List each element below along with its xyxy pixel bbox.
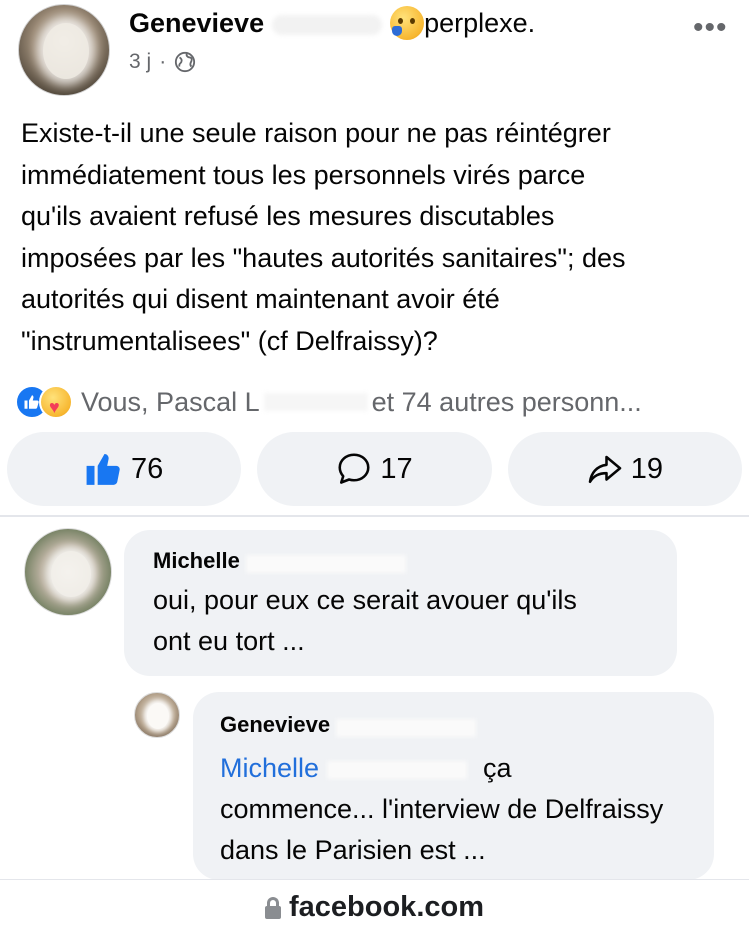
reactions-summary[interactable]: Vous, Pascal L et 74 autres personn... [15, 383, 735, 421]
redacted-name [263, 393, 368, 411]
like-button[interactable]: 76 [7, 432, 242, 506]
share-arrow-icon [588, 455, 621, 484]
comment-bubble-icon [338, 453, 370, 484]
reaction-icons [15, 385, 73, 419]
commenter-avatar[interactable] [24, 528, 112, 616]
reply-text-rest: commence... l'interview de Delfraissy da… [220, 794, 664, 865]
reply-text-start: ça [483, 753, 512, 783]
reactions-prefix: Vous, Pascal L [81, 386, 260, 417]
meta-separator: · [159, 50, 167, 73]
comment-button[interactable]: 17 [257, 432, 492, 506]
post-meta: 3 j · [129, 50, 196, 74]
post-time[interactable]: 3 j [129, 50, 151, 74]
globe-icon [174, 51, 196, 73]
like-count: 76 [131, 452, 164, 485]
comment-bubble: Michelle oui, pour eux ce serait avouer … [124, 530, 677, 676]
reply-header: Genevieve [220, 712, 714, 738]
author-line: Genevieve perplexe. [129, 6, 536, 42]
author-avatar[interactable] [18, 4, 110, 96]
lock-icon [265, 896, 281, 919]
redacted-surname [245, 554, 406, 573]
comment-header: Michelle [153, 548, 677, 574]
post-actions: 76 17 19 [7, 432, 742, 506]
more-options-icon[interactable]: ••• [693, 13, 728, 43]
mention-link[interactable]: Michelle [220, 753, 319, 783]
share-button[interactable]: 19 [507, 432, 742, 506]
thinking-face-icon [390, 6, 425, 40]
reply-author[interactable]: Genevieve [220, 712, 330, 737]
reactions-suffix: et 74 autres personn... [371, 386, 642, 417]
share-count: 19 [630, 452, 663, 485]
comment-author[interactable]: Michelle [153, 548, 240, 573]
redacted-surname [336, 718, 477, 737]
section-divider [0, 515, 749, 517]
care-icon [39, 385, 73, 419]
url-domain: facebook.com [289, 891, 484, 923]
browser-url-bar[interactable]: facebook.com [0, 879, 749, 935]
thumbs-up-icon [86, 453, 120, 485]
reply-avatar[interactable] [134, 692, 180, 738]
feeling-text: perplexe. [424, 8, 536, 39]
comment-text: oui, pour eux ce serait avouer qu'ils on… [153, 585, 577, 656]
post-header: Genevieve perplexe. 3 j · ••• [0, 0, 749, 100]
reply-text: Michelle ça commence... l'interview de De… [220, 748, 714, 871]
reply-bubble: Genevieve Michelle ça commence... l'inter… [193, 692, 714, 880]
redacted-mention [327, 760, 468, 779]
redacted-surname [272, 15, 383, 35]
comment-count: 17 [380, 452, 413, 485]
post-text: Existe-t-il une seule raison pour ne pas… [21, 118, 626, 356]
author-name[interactable]: Genevieve [129, 8, 264, 38]
